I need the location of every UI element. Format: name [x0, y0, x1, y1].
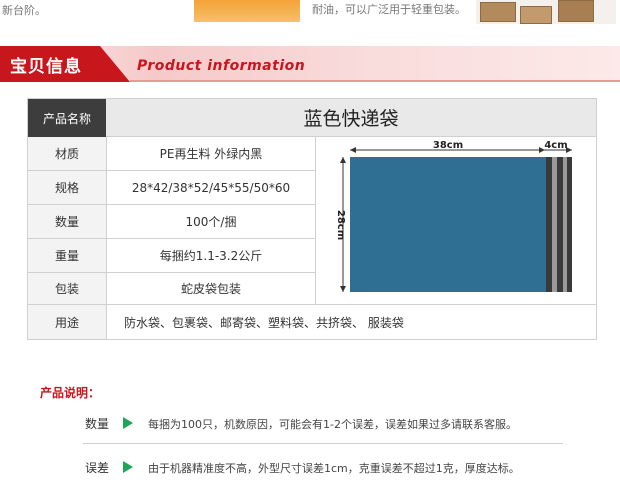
spec-label-usage: 用途 [28, 305, 106, 339]
description-title: 产品说明： [40, 386, 101, 400]
banner-underline [130, 80, 620, 82]
spec-value-usage: 防水袋、包裹袋、邮寄袋、塑料袋、共挤袋、 服装袋 [106, 305, 596, 339]
desc-text-quantity: 每捆为100只，机数原因，可能会有1-2个误差，误差如果过多请联系客服。 [148, 418, 517, 431]
arrow-head-icon [340, 157, 346, 163]
bag-dimension-diagram: 38cm 4cm 28cm [315, 137, 596, 305]
product-name: 蓝色快递袋 [106, 99, 596, 137]
desc-text-error: 由于机器精准度不高，外型尺寸误差1cm，克重误差不超过1克，厚度达标。 [148, 462, 520, 475]
top-left-text: 新台阶。 [2, 4, 46, 17]
spec-table: 产品名称 蓝色快递袋 材质 PE再生料 外绿内黑 规格 28*42/38*52/… [27, 98, 597, 340]
table-header-label: 产品名称 [28, 99, 106, 137]
play-arrow-icon [123, 461, 133, 473]
spec-value-weight: 每捆约1.1-3.2公斤 [106, 239, 315, 273]
flap-strip [552, 157, 557, 292]
spec-value-material: PE再生料 外绿内黑 [106, 137, 315, 171]
arrow-head-icon [340, 286, 346, 292]
spec-label-quantity: 数量 [28, 205, 106, 239]
desc-label-quantity: 数量 [85, 417, 110, 431]
flap-strip [546, 157, 552, 292]
spec-value-size: 28*42/38*52/45*55/50*60 [106, 171, 315, 205]
width-label: 38cm [433, 140, 463, 151]
spec-label-material: 材质 [28, 137, 106, 171]
package-box-image [480, 2, 516, 22]
banner-subtitle: Product information [137, 58, 306, 74]
height-label: 28cm [335, 210, 346, 240]
top-mid-text: 耐油，可以广泛用于轻重包装。 [312, 3, 466, 16]
desc-label-error: 误差 [85, 461, 110, 475]
spec-label-weight: 重量 [28, 239, 106, 273]
divider [83, 443, 563, 444]
packages-photo [476, 0, 616, 24]
flap-label: 4cm [544, 140, 567, 151]
spec-label-packaging: 包装 [28, 273, 106, 305]
play-arrow-icon [123, 417, 133, 429]
spec-value-quantity: 100个/捆 [106, 205, 315, 239]
package-box-image [520, 6, 552, 24]
arrow-head-icon [350, 147, 356, 153]
flap-strip [567, 157, 572, 292]
bag-body [350, 157, 546, 292]
spec-value-packaging: 蛇皮袋包装 [106, 273, 315, 305]
package-box-image [558, 0, 594, 22]
spec-label-size: 规格 [28, 171, 106, 205]
flap-strip [557, 157, 563, 292]
bag-diagram-svg: 38cm 4cm 28cm [335, 140, 572, 292]
product-promo-image [194, 0, 300, 22]
banner-title: 宝贝信息 [10, 57, 82, 77]
flap-strip [563, 157, 567, 292]
